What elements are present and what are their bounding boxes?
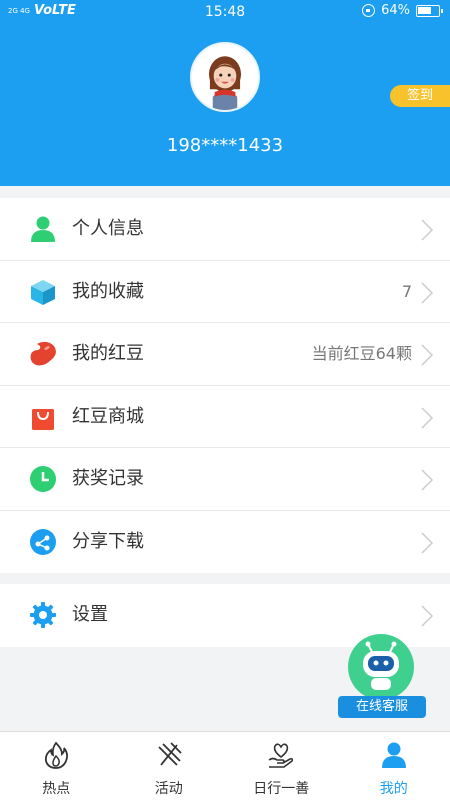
menu-item-label: 个人信息 <box>72 218 144 239</box>
heart-hand-icon <box>268 743 294 768</box>
phone-number: 198****1433 <box>166 135 284 156</box>
menu-item-label: 分享下载 <box>72 530 144 552</box>
tab-label: 日行一善 <box>253 781 310 797</box>
menu-item-share-download[interactable]: 分享下载 <box>0 511 450 574</box>
chevron-right-icon <box>421 469 434 491</box>
bean-icon <box>30 341 56 366</box>
battery-percent: 64% <box>381 3 410 18</box>
menu-item-label: 获奖记录 <box>72 468 144 489</box>
clock-icon <box>30 466 56 492</box>
tab-label: 热点 <box>42 781 71 797</box>
rotation-lock-icon <box>362 4 376 17</box>
menu-item-red-bean-mall[interactable]: 红豆商城 <box>0 386 450 448</box>
bottom-tab-bar: 热点 活动 日行一善 我的 <box>0 731 450 800</box>
tab-daily-good-deed[interactable]: 日行一善 <box>225 732 338 800</box>
menu-item-label: 设置 <box>72 604 108 625</box>
chevron-right-icon <box>421 281 434 304</box>
avatar[interactable] <box>190 42 260 112</box>
chevron-right-icon <box>421 344 434 366</box>
menu-item-label: 红豆商城 <box>72 405 144 427</box>
chevron-right-icon <box>421 531 434 554</box>
chevron-right-icon <box>421 219 434 241</box>
red-bean-balance: 当前红豆64颗 <box>311 344 412 363</box>
shopping-bag-icon <box>32 408 54 430</box>
box-icon <box>31 279 55 305</box>
user-icon <box>381 742 406 768</box>
menu-item-red-beans[interactable]: 我的红豆 当前红豆64颗 <box>0 323 450 386</box>
status-bar: 2G 4G VoLTE 15:48 64% <box>0 0 450 24</box>
profile-header: 2G 4G VoLTE 15:48 64% 198****1433 签到 <box>0 0 450 186</box>
tab-hot[interactable]: 热点 <box>0 732 113 800</box>
activity-icon <box>158 742 182 766</box>
gear-icon <box>30 602 56 628</box>
menu-item-personal-info[interactable]: 个人信息 <box>0 198 450 261</box>
customer-service-label: 在线客服 <box>338 696 426 718</box>
menu-item-favorites[interactable]: 我的收藏 7 <box>0 261 450 323</box>
menu-item-label: 我的红豆 <box>72 343 144 364</box>
tab-mine[interactable]: 我的 <box>338 732 450 800</box>
tab-label: 我的 <box>379 781 408 797</box>
customer-service-button[interactable]: 在线客服 <box>338 634 426 718</box>
share-icon <box>30 528 56 555</box>
chevron-right-icon <box>421 406 434 429</box>
person-icon <box>31 216 55 242</box>
chevron-right-icon <box>421 605 434 627</box>
battery-icon <box>416 4 443 17</box>
favorites-count: 7 <box>401 281 412 301</box>
tab-label: 活动 <box>154 781 183 797</box>
flame-icon <box>45 741 69 769</box>
menu-list: 个人信息 我的收藏 7 我的红豆 当前红豆64颗 红豆商城 获奖记录 分享下载 <box>0 198 450 573</box>
robot-icon <box>348 634 414 700</box>
tab-activity[interactable]: 活动 <box>113 732 226 800</box>
menu-item-award-records[interactable]: 获奖记录 <box>0 448 450 511</box>
menu-item-label: 我的收藏 <box>72 280 144 302</box>
signin-button[interactable]: 签到 <box>390 85 450 107</box>
